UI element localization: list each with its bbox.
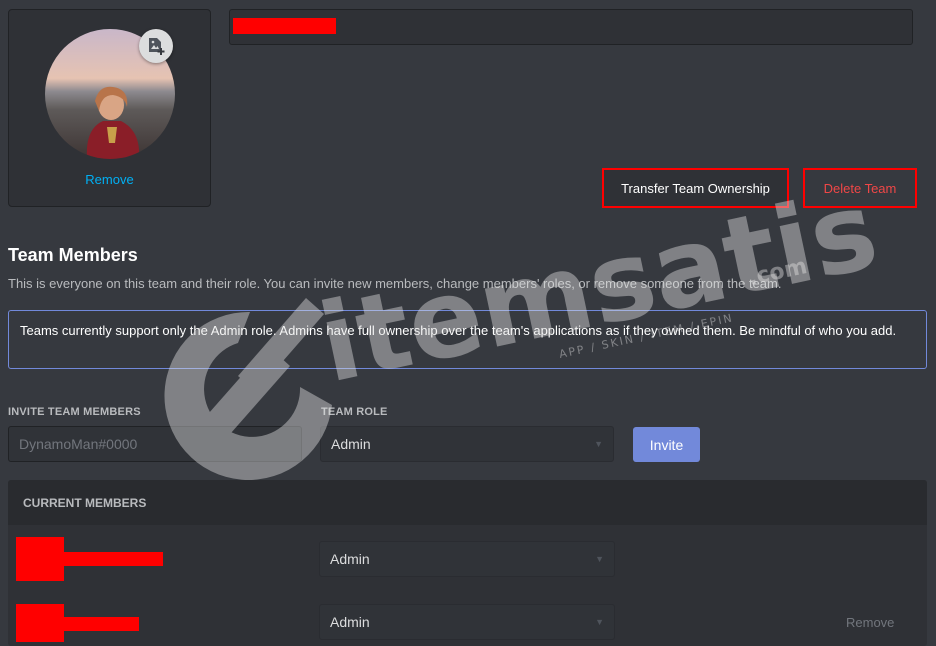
- invite-username-input[interactable]: [8, 426, 302, 462]
- remove-avatar-link[interactable]: Remove: [9, 172, 210, 187]
- delete-team-button[interactable]: Delete Team: [803, 168, 917, 208]
- chevron-down-icon: ▼: [595, 554, 604, 564]
- image-add-icon: [149, 38, 165, 55]
- redaction-mark: [16, 552, 163, 566]
- member-role-value: Admin: [330, 614, 370, 630]
- team-icon-card: Remove: [8, 9, 211, 207]
- redaction-mark: [233, 18, 336, 34]
- remove-member-link[interactable]: Remove: [846, 615, 894, 630]
- redaction-mark: [16, 617, 139, 631]
- team-members-heading: Team Members: [8, 245, 138, 265]
- team-name-input[interactable]: [229, 9, 913, 45]
- invite-button[interactable]: Invite: [633, 427, 700, 462]
- chevron-down-icon: ▼: [594, 439, 603, 449]
- upload-image-button[interactable]: [139, 29, 173, 63]
- member-role-value: Admin: [330, 551, 370, 567]
- member-role-select[interactable]: Admin ▼: [319, 541, 615, 577]
- avatar-photo: [86, 86, 140, 159]
- invite-members-label: INVITE TEAM MEMBERS: [8, 406, 141, 418]
- team-members-description: This is everyone on this team and their …: [8, 276, 782, 291]
- current-members-header: CURRENT MEMBERS: [8, 480, 927, 525]
- team-role-label: TEAM ROLE: [321, 406, 388, 418]
- member-role-select[interactable]: Admin ▼: [319, 604, 615, 640]
- admin-role-notice: Teams currently support only the Admin r…: [8, 310, 927, 369]
- transfer-ownership-button[interactable]: Transfer Team Ownership: [602, 168, 789, 208]
- invite-role-value: Admin: [331, 436, 371, 452]
- current-members-panel: CURRENT MEMBERS Admin ▼ Admin ▼ Remove: [8, 480, 927, 646]
- chevron-down-icon: ▼: [595, 617, 604, 627]
- invite-role-select[interactable]: Admin ▼: [320, 426, 614, 462]
